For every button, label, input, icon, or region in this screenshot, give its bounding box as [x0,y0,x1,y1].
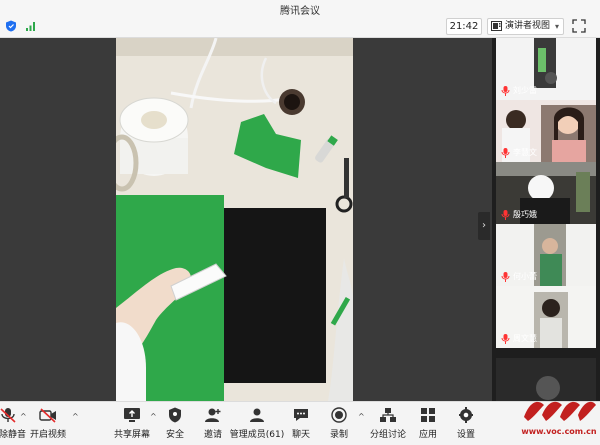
mic-muted-icon [501,86,510,96]
apps-label: 应用 [418,430,437,440]
participant-name: 殷巧娥 [513,210,537,219]
meeting-window: 腾讯会议 21:42 演讲者视图 ▾ › 刘少雷 李慧文 殷巧娥 何小蕾 周文慧… [0,0,600,445]
shared-video [116,38,353,401]
chat-button[interactable]: 聊天 [288,407,314,443]
meeting-clock: 21:42 [446,18,482,35]
security-label: 安全 [165,430,184,440]
chevron-up-icon[interactable]: ^ [72,412,79,421]
participant-name: 周文慧 [513,334,537,343]
participant-tile[interactable]: 周文慧 [496,286,596,348]
start-video-label: 开启视频 [29,430,66,440]
view-dropdown-label: 演讲者视图 [505,21,551,31]
watermark-logo [524,401,596,421]
security-button[interactable]: 安全 [160,407,190,443]
manage-members-button[interactable]: 管理成员(61) [226,407,288,443]
participant-video [496,286,596,348]
breakout-button[interactable]: 分组讨论 [368,407,408,443]
mic-muted-icon [501,210,510,220]
signal-icon[interactable] [25,20,37,32]
participant-tile[interactable]: 何小蕾 [496,224,596,286]
breakout-icon [380,408,396,422]
share-screen-label: 共享屏幕 [113,430,150,440]
craft-scene [116,38,353,401]
start-video-button[interactable]: 开启视频 [28,407,68,443]
collapse-sidebar-button[interactable]: › [478,212,490,240]
participant-video [496,100,596,162]
mic-muted-icon [501,272,510,282]
watermark-url: www.voc.com.cn [521,427,597,436]
members-icon [250,408,264,422]
gear-icon [459,407,473,423]
invite-icon [205,408,221,422]
participant-tile[interactable]: 殷巧娥 [496,162,596,224]
settings-button[interactable]: 设置 [452,407,480,443]
participant-tile[interactable]: 刘少雷 [496,38,596,100]
shield-icon[interactable] [5,20,17,32]
participant-tile[interactable]: 李慧文 [496,100,596,162]
apps-icon [421,408,435,422]
invite-button[interactable]: 邀请 [198,407,228,443]
record-icon [331,407,347,423]
participant-video [496,162,596,224]
shield-icon [169,407,181,423]
manage-members-label: 管理成员(61) [229,430,285,440]
mic-muted-icon [0,408,16,423]
title-bar: 腾讯会议 21:42 演讲者视图 ▾ [0,0,600,38]
record-button[interactable]: 录制 [324,407,354,443]
app-title: 腾讯会议 [280,6,320,17]
chevron-up-icon[interactable]: ^ [358,412,365,421]
participant-name: 何小蕾 [513,272,537,281]
share-screen-button[interactable]: 共享屏幕 [112,407,152,443]
share-screen-icon [124,408,140,422]
settings-label: 设置 [456,430,475,440]
invite-label: 邀请 [203,430,222,440]
apps-button[interactable]: 应用 [414,407,442,443]
chat-label: 聊天 [291,430,310,440]
chat-icon [294,409,308,421]
participant-name: 刘少雷 [513,86,537,95]
chevron-up-icon[interactable]: ^ [20,412,27,421]
chevron-down-icon: ▾ [554,22,559,31]
mic-muted-icon [501,334,510,344]
camera-off-icon [39,408,56,423]
breakout-label: 分组讨论 [369,430,406,440]
participant-video [496,224,596,286]
participant-sidebar: 刘少雷 李慧文 殷巧娥 何小蕾 周文慧 [492,38,600,401]
view-dropdown[interactable]: 演讲者视图 ▾ [487,18,564,35]
grid-icon [491,21,502,31]
unmute-label: 解除静音 [0,430,26,440]
record-label: 录制 [329,430,348,440]
participant-video [496,38,596,100]
mic-muted-icon [501,148,510,158]
bottom-toolbar: 解除静音 ^ 开启视频 ^ 共享屏幕 ^ 安全 [0,401,600,445]
chevron-up-icon[interactable]: ^ [150,412,157,421]
participant-name: 李慧文 [513,148,537,157]
main-video-area: › [0,38,492,401]
fullscreen-icon[interactable] [572,19,586,33]
